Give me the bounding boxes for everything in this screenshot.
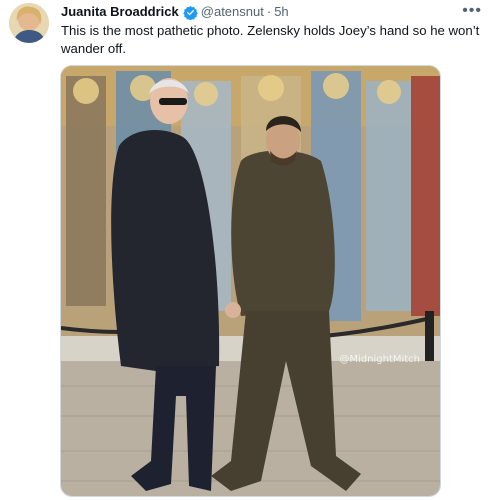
more-icon[interactable]: ••• — [462, 2, 482, 20]
verified-badge-icon — [183, 5, 198, 20]
photo-watermark: @MidnightMitch — [339, 354, 420, 365]
author-handle[interactable]: @atensnut — [201, 4, 264, 20]
photo-illustration — [61, 66, 440, 496]
timestamp[interactable]: 5h — [274, 4, 288, 20]
tweet-photo[interactable]: @MidnightMitch — [60, 65, 441, 497]
separator-dot: · — [266, 4, 272, 19]
tweet-text: This is the most pathetic photo. Zelensk… — [61, 23, 480, 56]
tweet-header: Juanita Broaddrick @atensnut · 5h — [61, 4, 289, 20]
avatar[interactable] — [9, 3, 49, 43]
author-name[interactable]: Juanita Broaddrick — [61, 4, 179, 20]
tweet: Juanita Broaddrick @atensnut · 5h ••• Th… — [0, 0, 494, 500]
